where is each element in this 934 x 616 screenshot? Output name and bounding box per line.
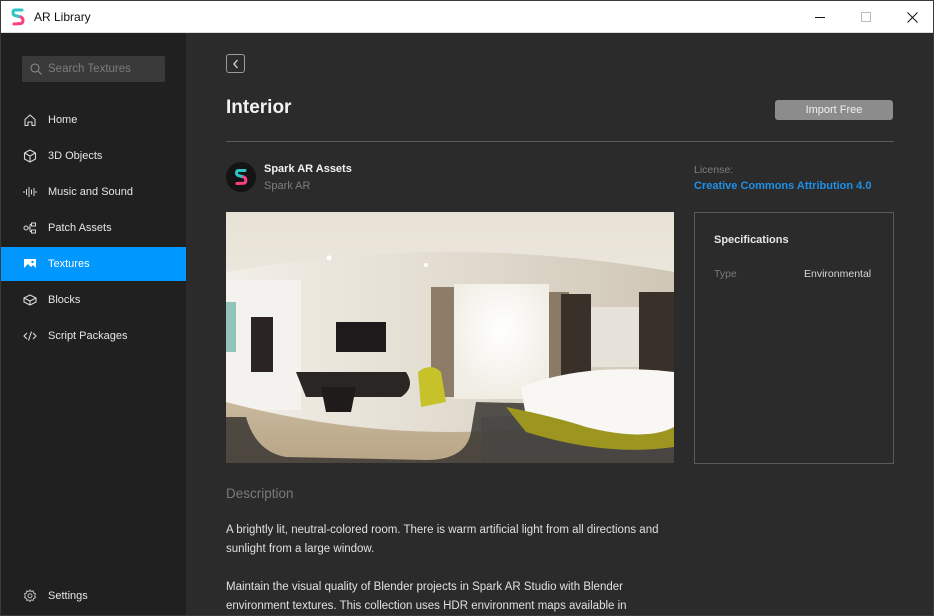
code-icon [23,329,37,343]
import-free-button[interactable]: Import Free [775,100,893,120]
back-button[interactable] [226,54,245,73]
sidebar-item-music-and-sound[interactable]: Music and Sound [1,175,186,209]
sidebar-item-label: Script Packages [48,330,128,342]
app-window: AR Library Home [0,0,934,616]
page-title: Interior [226,97,292,118]
sidebar-nav: Home 3D Objects Music and Sound Patch As… [1,103,186,355]
title-bar: AR Library [1,1,933,33]
description-paragraph: A brightly lit, neutral-colored room. Th… [226,524,659,555]
description-paragraph: Maintain the visual quality of Blender p… [226,581,627,612]
search-box[interactable] [22,56,165,82]
license-link[interactable]: Creative Commons Attribution 4.0 [694,180,871,192]
author-name[interactable]: Spark AR Assets [264,163,352,175]
sidebar-item-3d-objects[interactable]: 3D Objects [1,139,186,173]
window-title: AR Library [34,9,91,24]
settings-label: Settings [48,590,88,602]
texture-preview-image [226,212,674,463]
sidebar-item-label: 3D Objects [48,150,103,162]
sidebar-item-label: Patch Assets [48,222,112,234]
gear-icon [23,589,37,603]
panorama-illustration [226,212,674,463]
license-label: License: [694,164,734,176]
sidebar-item-textures[interactable]: Textures [1,247,186,281]
search-input[interactable] [48,63,158,75]
spark-ar-logo-icon [234,169,248,185]
chevron-left-icon [232,59,238,68]
author-subtitle: Spark AR [264,180,311,192]
minimize-icon [815,17,825,18]
main-content: Interior Import Free Spark AR Assets Spa… [186,33,933,615]
sidebar-item-label: Music and Sound [48,186,133,198]
sidebar-item-script-packages[interactable]: Script Packages [1,319,186,353]
spec-type-value: Environmental [804,268,872,280]
sidebar-item-label: Home [48,114,78,126]
maximize-button[interactable] [843,1,889,33]
close-icon [906,11,918,23]
specifications-panel: Specifications Type Environmental [694,212,894,464]
home-icon [23,113,37,127]
header-divider [226,141,894,142]
waveform-icon [23,185,37,199]
specifications-title: Specifications [714,234,789,246]
settings-button[interactable]: Settings [23,589,88,603]
sidebar-item-blocks[interactable]: Blocks [1,283,186,317]
window-controls [797,1,933,33]
image-icon [23,257,37,271]
block-icon [23,293,37,307]
sidebar: Home 3D Objects Music and Sound Patch As… [1,33,186,615]
cube-icon [23,149,37,163]
description-title: Description [226,486,294,501]
minimize-button[interactable] [797,1,843,33]
maximize-icon [861,12,871,22]
author-avatar [226,162,256,192]
sidebar-item-patch-assets[interactable]: Patch Assets [1,211,186,245]
search-icon [30,63,42,75]
sidebar-item-label: Textures [48,258,90,270]
sidebar-item-label: Blocks [48,294,81,306]
spark-ar-logo-icon [11,8,25,25]
spec-type-key: Type [714,268,737,280]
close-button[interactable] [889,1,933,33]
sidebar-item-home[interactable]: Home [1,103,186,137]
patch-icon [23,221,37,235]
